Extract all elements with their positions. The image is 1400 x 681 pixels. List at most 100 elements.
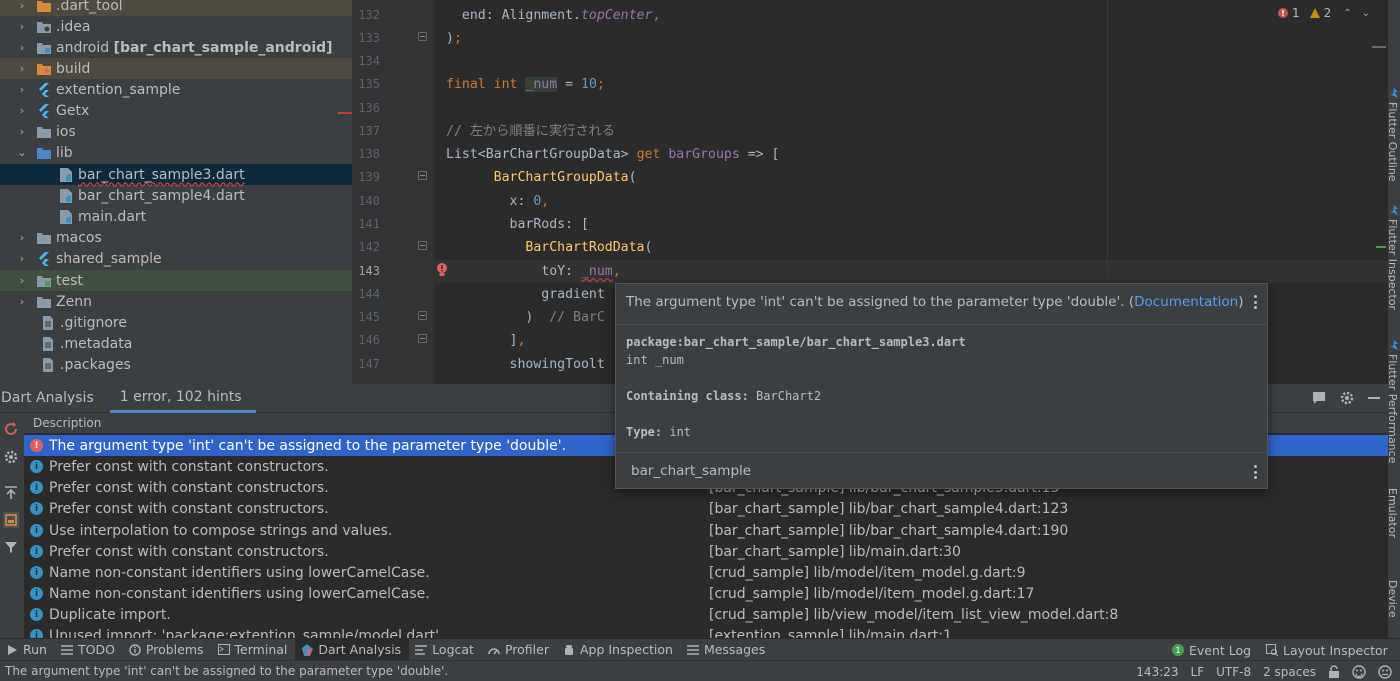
line-separator[interactable]: LF	[1191, 665, 1205, 679]
tool-terminal[interactable]: Terminal	[212, 639, 296, 661]
chevron-right-icon[interactable]: ›	[16, 270, 28, 291]
tree-item-zenn[interactable]: › Zenn	[0, 291, 352, 312]
code-token: get	[636, 147, 669, 162]
indent-setting[interactable]: 2 spaces	[1263, 665, 1316, 679]
tool-event-log[interactable]: 1 Event Log	[1172, 639, 1251, 661]
file-encoding[interactable]: UTF-8	[1216, 665, 1251, 679]
table-row[interactable]: i Duplicate import. [crud_sample] lib/vi…	[24, 604, 1388, 625]
scroll-to-source-icon[interactable]	[3, 485, 19, 501]
tree-item-bar-chart-sample3[interactable]: bar_chart_sample3.dart	[0, 164, 352, 185]
table-row[interactable]: i Prefer const with constant constructor…	[24, 498, 1388, 519]
chevron-down-icon[interactable]: ⌄	[16, 142, 28, 163]
gear-icon[interactable]	[3, 449, 19, 465]
chevron-right-icon[interactable]: ›	[16, 100, 28, 121]
tree-item-idea[interactable]: › .idea	[0, 16, 352, 37]
tree-item-build[interactable]: › build	[0, 58, 352, 79]
fold-marker[interactable]	[418, 334, 427, 343]
table-row[interactable]: i Unused import: 'package:extention_samp…	[24, 625, 1388, 638]
tree-item-lib[interactable]: ⌄ lib	[0, 142, 352, 163]
status-bar: The argument type 'int' can't be assigne…	[0, 660, 1400, 681]
chevron-right-icon[interactable]: ›	[16, 291, 28, 312]
minimize-icon[interactable]	[1368, 391, 1380, 405]
code-token: _num	[525, 77, 558, 92]
smile-icon[interactable]	[1352, 664, 1366, 679]
tree-item-main-dart[interactable]: main.dart	[0, 206, 352, 227]
chevron-right-icon[interactable]: ›	[16, 16, 28, 37]
code-line: // 左から順番に実行される	[446, 120, 615, 143]
refresh-icon[interactable]	[3, 421, 19, 437]
tree-item-macos[interactable]: › macos	[0, 227, 352, 248]
tree-item-getx[interactable]: › Getx	[0, 100, 352, 121]
documentation-link[interactable]: Documentation	[1134, 294, 1238, 310]
tool-messages[interactable]: Messages	[681, 639, 773, 661]
tool-layout-inspector[interactable]: Layout Inspector	[1266, 639, 1388, 661]
folder-test-icon	[36, 274, 52, 288]
tool-flutter-inspector[interactable]: Flutter Inspector	[1388, 219, 1399, 310]
tree-item-dart-tool[interactable]: › .dart_tool	[0, 0, 352, 16]
tool-logcat[interactable]: Logcat	[409, 639, 482, 661]
tree-item-android[interactable]: › android [bar_chart_sample_android]	[0, 37, 352, 58]
tree-item-metadata[interactable]: .metadata	[0, 333, 352, 354]
chevron-right-icon[interactable]: ›	[16, 79, 28, 100]
tool-run[interactable]: Run	[0, 639, 55, 661]
line-number: 136	[358, 101, 380, 115]
folder-orange-icon	[36, 0, 52, 13]
folder-icon	[36, 231, 52, 245]
comment-icon[interactable]	[1312, 391, 1326, 405]
lock-icon[interactable]	[1328, 665, 1340, 678]
fold-marker[interactable]	[418, 311, 427, 320]
tool-flutter-performance[interactable]: Flutter Performance	[1388, 354, 1399, 463]
chevron-down-icon[interactable]: ⌄	[1362, 8, 1370, 19]
tab-summary[interactable]: 1 error, 102 hints	[109, 384, 256, 413]
error-tooltip-popup[interactable]: The argument type 'int' can't be assigne…	[615, 283, 1268, 489]
chevron-right-icon[interactable]: ›	[16, 0, 28, 16]
scroll-mark	[1372, 46, 1386, 48]
tree-item-ios[interactable]: › ios	[0, 121, 352, 142]
tool-emulator[interactable]: Emulator	[1388, 488, 1399, 538]
tree-item-packages[interactable]: .packages	[0, 354, 352, 375]
chevron-right-icon[interactable]: ›	[16, 121, 28, 142]
fold-marker[interactable]	[418, 32, 427, 41]
type-value: int	[662, 425, 692, 439]
tool-problems[interactable]: Problems	[123, 639, 212, 661]
chevron-right-icon[interactable]: ›	[16, 37, 28, 58]
more-options-icon[interactable]	[1253, 295, 1257, 309]
tree-item-gitignore[interactable]: .gitignore	[0, 312, 352, 333]
inspection-widget[interactable]: ! 1 2 ⌃ ⌄	[1277, 6, 1370, 20]
tool-app-inspection[interactable]: App Inspection	[557, 639, 681, 661]
table-row[interactable]: i Name non-constant identifiers using lo…	[24, 562, 1388, 583]
table-row[interactable]: i Name non-constant identifiers using lo…	[24, 583, 1388, 604]
chevron-right-icon[interactable]: ›	[16, 248, 28, 269]
fold-marker[interactable]	[418, 171, 427, 180]
tree-item-extention-sample[interactable]: › extention_sample	[0, 79, 352, 100]
table-row[interactable]: i Use interpolation to compose strings a…	[24, 520, 1388, 541]
tool-terminal-label: Terminal	[234, 642, 288, 657]
memory-indicator-icon[interactable]	[1378, 664, 1392, 679]
android-icon	[563, 644, 575, 656]
tool-dart-analysis[interactable]: Dart Analysis	[295, 638, 410, 661]
tree-item-shared-sample[interactable]: › shared_sample	[0, 248, 352, 269]
tool-todo[interactable]: TODO	[55, 639, 123, 661]
status-message: The argument type 'int' can't be assigne…	[5, 664, 449, 678]
gear-icon[interactable]	[1340, 391, 1354, 405]
table-row[interactable]: i Prefer const with constant constructor…	[24, 541, 1388, 562]
chevron-right-icon[interactable]: ›	[16, 58, 28, 79]
tree-item-bar-chart-sample4[interactable]: bar_chart_sample4.dart	[0, 185, 352, 206]
more-options-icon[interactable]	[1253, 465, 1257, 479]
tree-item-test[interactable]: › test	[0, 270, 352, 291]
chevron-up-icon[interactable]: ⌃	[1343, 8, 1351, 19]
code-line: BarChartGroupData(	[493, 170, 637, 185]
tool-flutter-outline[interactable]: Flutter Outline	[1388, 102, 1399, 182]
info-icon: i	[30, 608, 43, 621]
caret-position[interactable]: 143:23	[1136, 665, 1178, 679]
tool-profiler[interactable]: Profiler	[482, 639, 557, 661]
fold-marker[interactable]	[418, 241, 427, 250]
code-line: List<BarChartGroupData> get barGroups =>…	[446, 147, 780, 162]
chevron-right-icon[interactable]: ›	[16, 227, 28, 248]
error-stripe-mark	[338, 112, 352, 114]
popup-divider	[616, 452, 1267, 453]
tool-device[interactable]: Device	[1388, 580, 1399, 618]
autoscroll-icon[interactable]	[3, 512, 19, 528]
filter-icon[interactable]	[3, 539, 19, 555]
row-location: [bar_chart_sample] lib/bar_chart_sample4…	[709, 500, 1069, 517]
